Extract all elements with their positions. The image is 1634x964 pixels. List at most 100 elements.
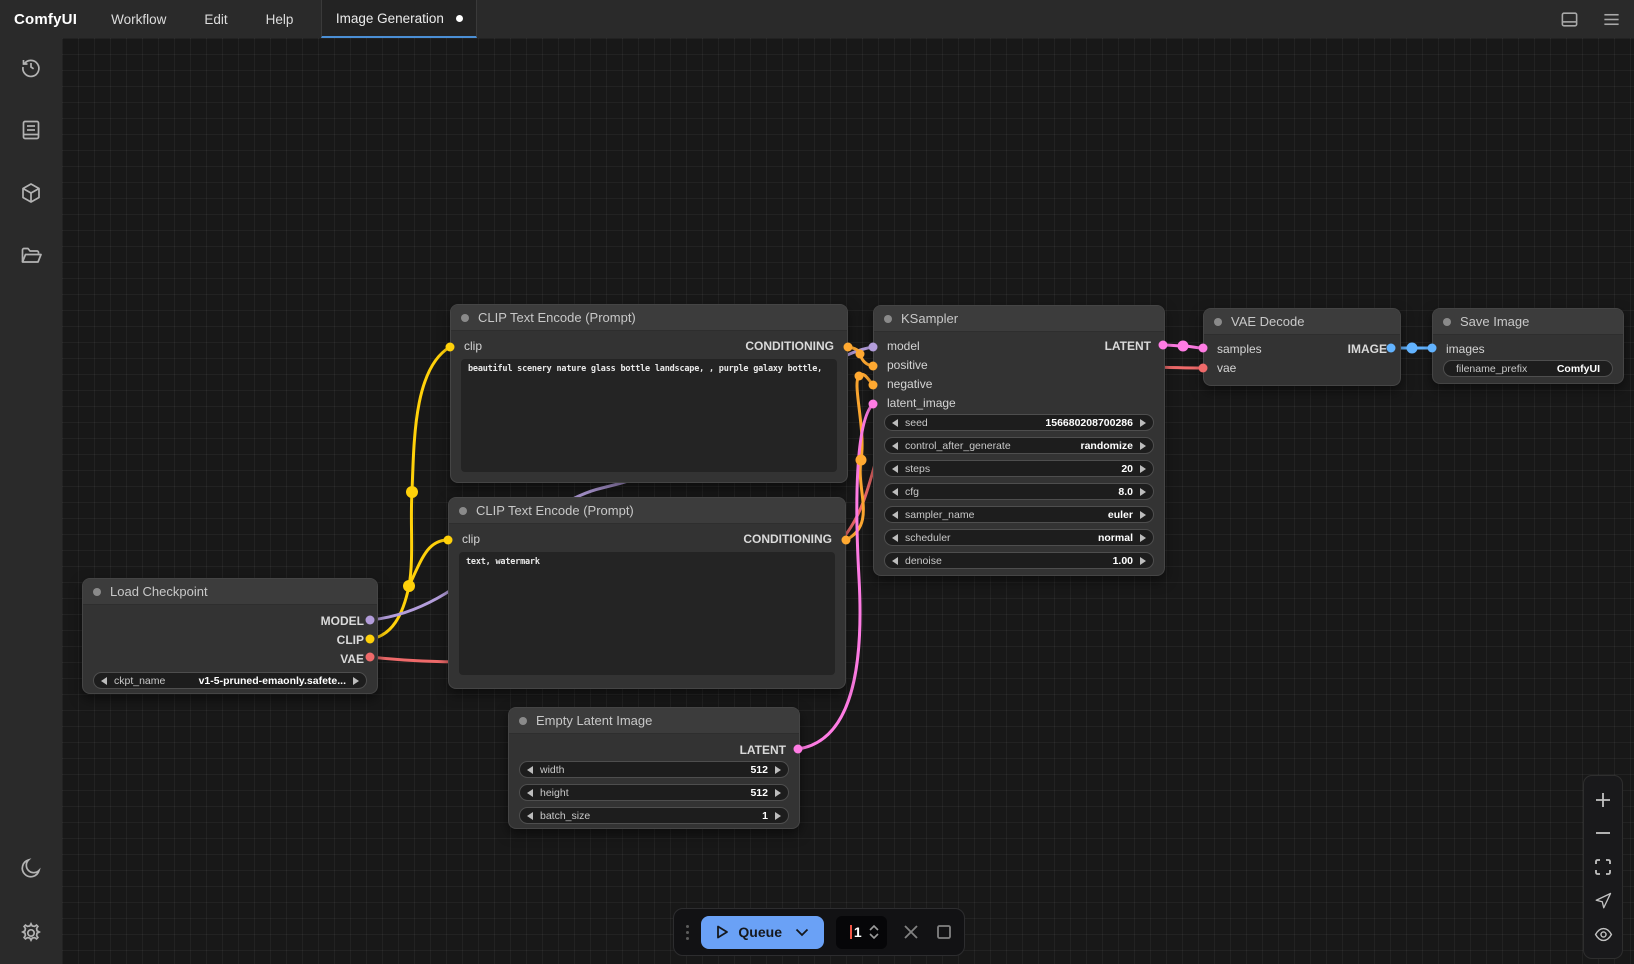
menu-help[interactable]: Help — [266, 12, 294, 27]
hamburger-menu-icon[interactable] — [1601, 9, 1621, 29]
collapse-dot-icon[interactable] — [1443, 318, 1451, 326]
fit-view-icon[interactable] — [1593, 857, 1613, 877]
node-header[interactable]: CLIP Text Encode (Prompt) — [451, 305, 847, 331]
next-value-icon[interactable] — [1140, 465, 1146, 473]
reroute-dot[interactable] — [856, 455, 867, 466]
collapse-dot-icon[interactable] — [459, 507, 467, 515]
node-graph-canvas[interactable]: Load Checkpoint MODEL CLIP VAE ckpt_name… — [62, 38, 1634, 964]
reroute-dot[interactable] — [403, 580, 415, 592]
node-vae-decode[interactable]: VAE Decode samples IMAGE vae — [1203, 308, 1401, 386]
node-clip-text-encode-positive[interactable]: CLIP Text Encode (Prompt) clip CONDITION… — [450, 304, 848, 483]
model-library-icon[interactable] — [18, 180, 44, 206]
reroute-dot[interactable] — [1178, 341, 1189, 352]
collapse-dot-icon[interactable] — [1214, 318, 1222, 326]
collapse-dot-icon[interactable] — [461, 314, 469, 322]
queue-button[interactable]: Queue — [701, 916, 824, 949]
clear-queue-x-icon[interactable] — [903, 924, 919, 940]
widget-control-after-generate[interactable]: control_after_generate randomize — [884, 437, 1154, 454]
prev-value-icon[interactable] — [892, 511, 898, 519]
select-cursor-icon[interactable] — [1593, 891, 1613, 911]
widget-sampler-name[interactable]: sampler_name euler — [884, 506, 1154, 523]
node-title: Load Checkpoint — [110, 584, 208, 599]
slot-row: clip CONDITIONING — [451, 335, 847, 357]
collapse-dot-icon[interactable] — [519, 717, 527, 725]
node-clip-text-encode-negative[interactable]: CLIP Text Encode (Prompt) clip CONDITION… — [448, 497, 846, 689]
app-logo: ComfyUI — [14, 11, 77, 28]
wires-layer — [62, 38, 1634, 964]
prev-value-icon[interactable] — [527, 766, 533, 774]
next-value-icon[interactable] — [1140, 557, 1146, 565]
widget-cfg[interactable]: cfg 8.0 — [884, 483, 1154, 500]
next-value-icon[interactable] — [1140, 442, 1146, 450]
decrement-icon[interactable] — [869, 933, 879, 939]
reroute-dot[interactable] — [856, 350, 865, 359]
node-header[interactable]: VAE Decode — [1204, 309, 1400, 335]
bottom-panel-icon[interactable] — [1559, 9, 1579, 29]
links-visibility-eye-icon[interactable] — [1593, 924, 1613, 944]
collapse-dot-icon[interactable] — [93, 588, 101, 596]
slot-row-positive: positive — [874, 355, 1164, 374]
prev-value-icon[interactable] — [527, 812, 533, 820]
node-header[interactable]: KSampler — [874, 306, 1164, 332]
zoom-in-icon[interactable] — [1593, 790, 1613, 810]
next-value-icon[interactable] — [1140, 488, 1146, 496]
menu-edit[interactable]: Edit — [204, 12, 227, 27]
next-value-icon[interactable] — [1140, 534, 1146, 542]
prev-value-icon[interactable] — [892, 465, 898, 473]
widget-seed[interactable]: seed 156680208700286 — [884, 414, 1154, 431]
widget-ckpt-name[interactable]: ckpt_name v1-5-pruned-emaonly.safete... — [93, 672, 367, 689]
batch-count-input[interactable]: 1 — [836, 916, 887, 949]
node-header[interactable]: CLIP Text Encode (Prompt) — [449, 498, 845, 524]
prev-value-icon[interactable] — [527, 789, 533, 797]
collapse-dot-icon[interactable] — [884, 315, 892, 323]
node-empty-latent-image[interactable]: Empty Latent Image LATENT width 512 heig… — [508, 707, 800, 829]
next-value-icon[interactable] — [353, 677, 359, 685]
workflows-folder-icon[interactable] — [18, 243, 44, 269]
node-ksampler[interactable]: KSampler model LATENT positive negative … — [873, 305, 1165, 576]
prev-value-icon[interactable] — [892, 419, 898, 427]
unsaved-indicator-dot — [456, 15, 463, 22]
widget-denoise[interactable]: denoise 1.00 — [884, 552, 1154, 569]
reroute-dot[interactable] — [855, 372, 864, 381]
node-save-image[interactable]: Save Image images filename_prefix ComfyU… — [1432, 308, 1624, 384]
widget-scheduler[interactable]: scheduler normal — [884, 529, 1154, 546]
toolbar-drag-handle[interactable] — [686, 925, 689, 940]
left-sidebar — [0, 38, 62, 964]
next-value-icon[interactable] — [775, 812, 781, 820]
prev-value-icon[interactable] — [892, 534, 898, 542]
widget-height[interactable]: height 512 — [519, 784, 789, 801]
prev-value-icon[interactable] — [892, 488, 898, 496]
prev-value-icon[interactable] — [892, 557, 898, 565]
queue-list-icon[interactable] — [18, 117, 44, 143]
node-header[interactable]: Empty Latent Image — [509, 708, 799, 734]
prev-value-icon[interactable] — [101, 677, 107, 685]
chevron-down-icon[interactable] — [795, 928, 809, 937]
tab-image-generation[interactable]: Image Generation — [321, 0, 477, 38]
menu-workflow[interactable]: Workflow — [111, 12, 166, 27]
settings-gear-icon[interactable] — [18, 920, 44, 946]
widget-steps[interactable]: steps 20 — [884, 460, 1154, 477]
prompt-textarea[interactable]: beautiful scenery nature glass bottle la… — [461, 359, 837, 472]
node-header[interactable]: Load Checkpoint — [83, 579, 377, 605]
node-header[interactable]: Save Image — [1433, 309, 1623, 335]
theme-moon-icon[interactable] — [18, 855, 44, 881]
output-row-latent: LATENT — [509, 740, 799, 759]
widget-width[interactable]: width 512 — [519, 761, 789, 778]
next-value-icon[interactable] — [1140, 419, 1146, 427]
tab-label: Image Generation — [336, 11, 444, 26]
prev-value-icon[interactable] — [892, 442, 898, 450]
widget-batch-size[interactable]: batch_size 1 — [519, 807, 789, 824]
reroute-dot[interactable] — [406, 486, 418, 498]
increment-icon[interactable] — [869, 925, 879, 931]
next-value-icon[interactable] — [1140, 511, 1146, 519]
history-icon[interactable] — [18, 54, 44, 80]
reroute-dot[interactable] — [1407, 343, 1418, 354]
widget-filename-prefix[interactable]: filename_prefix ComfyUI — [1443, 360, 1613, 377]
prompt-textarea[interactable]: text, watermark — [459, 552, 835, 675]
zoom-out-icon[interactable] — [1593, 823, 1613, 843]
stop-square-icon[interactable] — [936, 924, 952, 940]
node-load-checkpoint[interactable]: Load Checkpoint MODEL CLIP VAE ckpt_name… — [82, 578, 378, 694]
slot-row-samples: samples IMAGE — [1204, 339, 1400, 358]
next-value-icon[interactable] — [775, 766, 781, 774]
next-value-icon[interactable] — [775, 789, 781, 797]
